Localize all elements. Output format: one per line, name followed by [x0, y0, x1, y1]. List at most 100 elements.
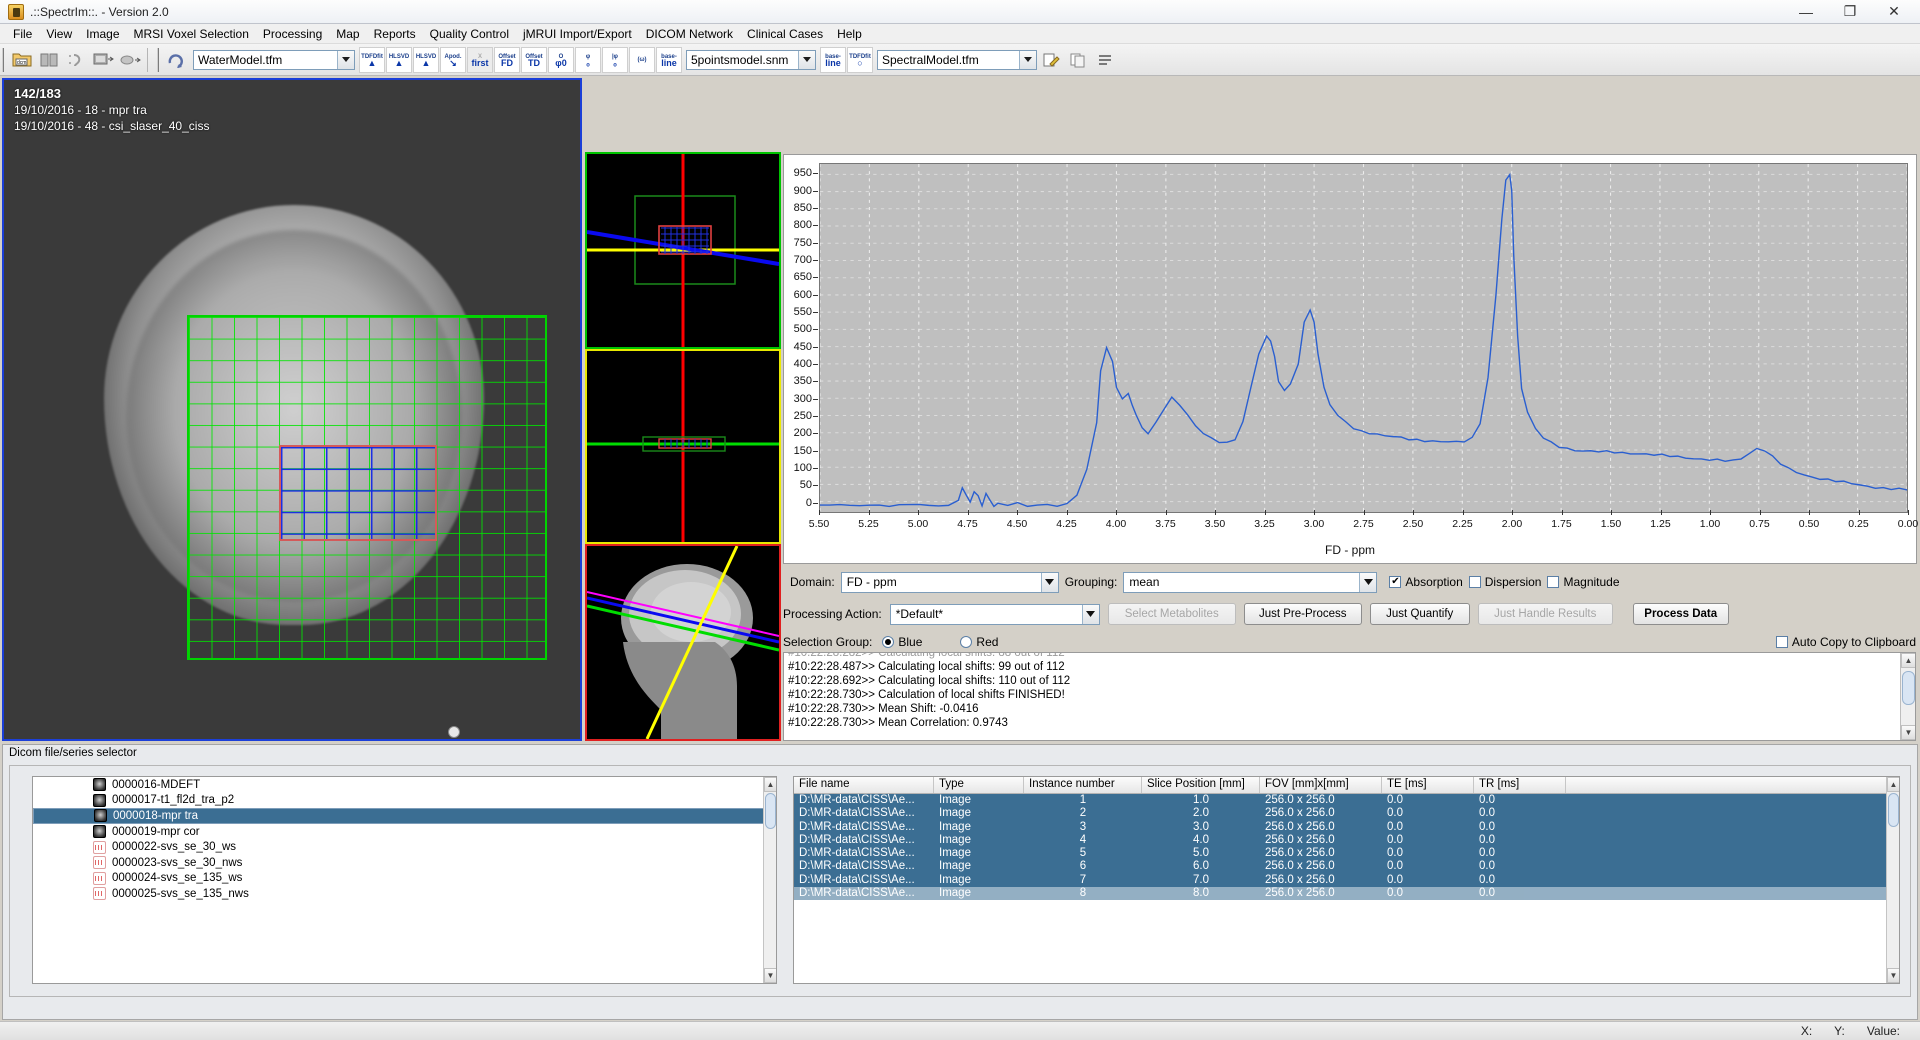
list-item[interactable]: 0000024-svs_se_135_ws	[33, 871, 776, 887]
list-item[interactable]: 0000018-mpr tra	[33, 808, 776, 824]
phase-phi-red-button[interactable]: |φ ₀	[602, 46, 628, 73]
menu-item-dicom-network[interactable]: DICOM Network	[639, 25, 740, 43]
absorption-checkbox[interactable]: Absorption	[1389, 575, 1463, 589]
series-scroll-thumb[interactable]	[765, 793, 776, 829]
just-handle-results-button[interactable]: Just Handle Results	[1477, 603, 1613, 625]
auto-copy-checkbox[interactable]: Auto Copy to Clipboard	[1775, 635, 1916, 649]
file-table-scrollbar[interactable]: ▲ ▼	[1886, 777, 1899, 983]
spectrum-chart-panel[interactable]: 950 900 850 800 750 700 650 600 550 500 450 400 350 3…	[783, 154, 1918, 564]
offset-td-button[interactable]: Offset TD	[521, 46, 547, 73]
processing-action-select[interactable]: *Default*	[889, 603, 1100, 625]
menu-item-quality-control[interactable]: Quality Control	[423, 25, 516, 43]
scroll-down-icon[interactable]: ▼	[764, 968, 776, 983]
menu-item-file[interactable]: File	[6, 25, 39, 43]
close-button[interactable]: ✕	[1872, 0, 1916, 24]
chevron-down-icon[interactable]	[337, 50, 354, 69]
list-item[interactable]: 0000016-MDEFT	[33, 777, 776, 793]
tdfdfit-water-button[interactable]: TDFDfit ▲	[359, 46, 385, 73]
spectral-model-combo[interactable]: SpectralModel.tfm	[877, 49, 1037, 70]
menu-item-jmrui-import-export[interactable]: jMRUI Import/Export	[516, 25, 639, 43]
table-row[interactable]: D:\MR-data\CISS\Ae... Image 6 6.0 256.0 x 25…	[794, 860, 1899, 874]
menu-item-reports[interactable]: Reports	[367, 25, 423, 43]
checkbox-icon[interactable]	[1775, 636, 1788, 648]
column-header[interactable]: Instance number	[1024, 777, 1142, 793]
table-row[interactable]: D:\MR-data\CISS\Ae... Image 3 3.0 256.0 x 25…	[794, 820, 1899, 834]
log-output[interactable]: #10:22:28.282>> Calculating local shifts…	[783, 652, 1916, 741]
process-data-button[interactable]: Process Data	[1632, 603, 1729, 625]
chevron-down-icon[interactable]	[798, 50, 815, 69]
scroll-up-icon[interactable]: ▲	[1887, 777, 1899, 792]
chevron-down-icon[interactable]	[1019, 50, 1036, 69]
baseline-2-button[interactable]: base-line	[820, 46, 846, 73]
domain-select[interactable]: FD - ppm	[840, 571, 1059, 593]
x-first-button[interactable]: Xfirst	[467, 46, 493, 73]
list-item[interactable]: 0000019-mpr cor	[33, 824, 776, 840]
menu-item-image[interactable]: Image	[79, 25, 126, 43]
list-item[interactable]: 0000025-svs_se_135_nws	[33, 886, 776, 902]
scroll-down-icon[interactable]: ▼	[1901, 725, 1915, 740]
menu-item-clinical-cases[interactable]: Clinical Cases	[740, 25, 830, 43]
table-row[interactable]: D:\MR-data\CISS\Ae... Image 8 8.0 256.0 x 25…	[794, 887, 1899, 901]
scroll-up-icon[interactable]: ▲	[764, 777, 776, 792]
list-item[interactable]: 0000017-t1_fl2d_tra_p2	[33, 793, 776, 809]
apodization-button[interactable]: Apod. ↘	[440, 46, 466, 73]
radio-icon[interactable]	[882, 636, 895, 648]
omega-button[interactable]: (ω)	[629, 46, 655, 73]
list-item[interactable]: 0000022-svs_se_30_ws	[33, 839, 776, 855]
snm-model-combo[interactable]: 5pointsmodel.snm	[686, 49, 816, 70]
series-scrollbar[interactable]: ▲ ▼	[763, 777, 776, 983]
toolbar-grip-2[interactable]	[157, 47, 163, 72]
list-item[interactable]: 0000023-svs_se_30_nws	[33, 855, 776, 871]
magnitude-checkbox[interactable]: Magnitude	[1547, 575, 1620, 589]
table-row[interactable]: D:\MR-data\CISS\Ae... Image 7 7.0 256.0 x 25…	[794, 873, 1899, 888]
tdfdfit-spectral-button[interactable]: TDFDfit ○	[847, 46, 873, 73]
table-row[interactable]: D:\MR-data\CISS\Ae... Image 1 1.0 256.0 x 25…	[794, 794, 1899, 808]
selected-voxel-grid[interactable]	[279, 445, 437, 541]
log-scrollbar[interactable]: ▲ ▼	[1900, 653, 1915, 740]
just-preprocess-button[interactable]: Just Pre-Process	[1243, 603, 1362, 625]
selection-group-blue-radio[interactable]: Blue	[882, 635, 922, 649]
menu-item-processing[interactable]: Processing	[256, 25, 329, 43]
slice-slider-track[interactable]	[4, 725, 580, 739]
compare-two-icon[interactable]	[36, 47, 62, 73]
scroll-down-icon[interactable]: ▼	[1887, 968, 1899, 983]
baseline-button[interactable]: base-line	[656, 46, 682, 73]
edit-model-icon[interactable]	[1038, 47, 1064, 73]
checkbox-icon[interactable]	[1547, 576, 1560, 588]
chart-plot-area[interactable]	[819, 163, 1908, 513]
selection-group-red-radio[interactable]: Red	[960, 635, 998, 649]
cloud-export-icon[interactable]	[117, 47, 143, 73]
hlsvd-water-button[interactable]: HLSVD ▲	[386, 46, 412, 73]
coronal-viewer[interactable]	[585, 152, 781, 349]
column-header[interactable]: Slice Position [mm]	[1142, 777, 1260, 793]
zero-order-button[interactable]: Oφ0	[548, 46, 574, 73]
menu-item-view[interactable]: View	[39, 25, 79, 43]
radio-icon[interactable]	[960, 636, 973, 648]
sagittal-slab-viewer[interactable]	[585, 349, 781, 544]
table-row[interactable]: D:\MR-data\CISS\Ae... Image 5 5.0 256.0 x 25…	[794, 847, 1899, 861]
copy-model-icon[interactable]	[1065, 47, 1091, 73]
phase-phi-button[interactable]: φ₀	[575, 46, 601, 73]
just-quantify-button[interactable]: Just Quantify	[1369, 603, 1470, 625]
offset-fd-button[interactable]: Offset FD	[494, 46, 520, 73]
log-scroll-thumb[interactable]	[1902, 671, 1915, 705]
slice-slider-knob[interactable]	[448, 726, 460, 738]
menu-item-mrsi-voxel-selection[interactable]: MRSI Voxel Selection	[127, 25, 256, 43]
column-header[interactable]: FOV [mm]x[mm]	[1260, 777, 1382, 793]
screen-export-icon[interactable]	[90, 47, 116, 73]
column-header[interactable]: TR [ms]	[1474, 777, 1566, 793]
chevron-down-icon[interactable]	[1359, 572, 1377, 592]
select-metabolites-button[interactable]: Select Metabolites	[1107, 603, 1236, 625]
table-row[interactable]: D:\MR-data\CISS\Ae... Image 2 2.0 256.0 x 25…	[794, 807, 1899, 821]
refresh-model-icon[interactable]	[164, 47, 190, 73]
series-list[interactable]: 0000016-MDEFT 0000017-t1_fl2d_tra_p2 00000…	[32, 776, 777, 984]
table-row[interactable]: D:\MR-data\CISS\Ae... Image 4 4.0 256.0 x 25…	[794, 833, 1899, 848]
menu-item-help[interactable]: Help	[830, 25, 869, 43]
dispersion-checkbox[interactable]: Dispersion	[1468, 575, 1541, 589]
grouping-select[interactable]: mean	[1123, 571, 1378, 593]
chevron-down-icon[interactable]	[1081, 604, 1099, 624]
listen-icon[interactable]	[63, 47, 89, 73]
file-scroll-thumb[interactable]	[1888, 793, 1899, 827]
file-table-body[interactable]: D:\MR-data\CISS\Ae... Image 1 1.0 256.0 x 25…	[794, 794, 1899, 901]
toolbar-grip[interactable]	[2, 47, 8, 72]
